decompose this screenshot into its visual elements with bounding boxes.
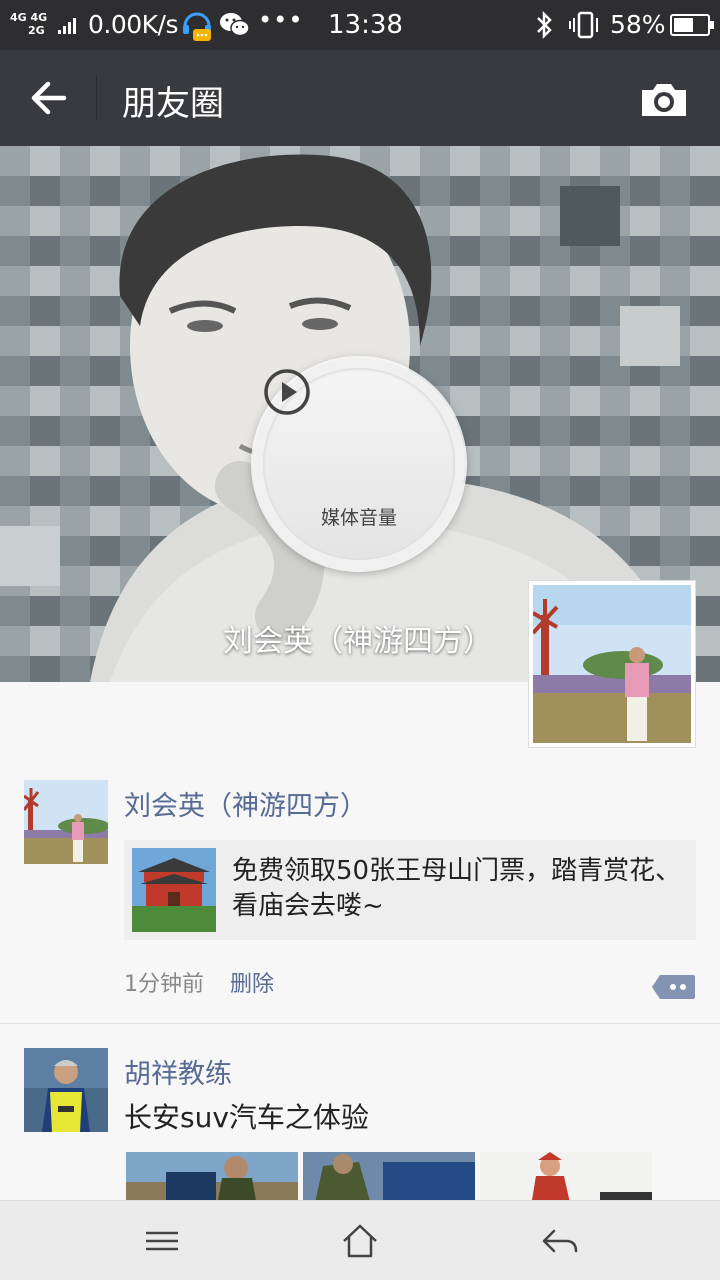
feed-divider xyxy=(0,1023,720,1024)
wechat-icon xyxy=(220,13,250,37)
play-icon xyxy=(264,369,310,415)
title-bar: 朋友圈 xyxy=(0,50,720,146)
arrow-left-icon[interactable] xyxy=(20,74,80,122)
bluetooth-icon xyxy=(537,10,552,40)
back-icon[interactable] xyxy=(540,1221,580,1261)
temple-image xyxy=(132,848,216,932)
home-icon[interactable] xyxy=(340,1221,380,1261)
clock: 13:38 xyxy=(328,10,403,40)
avatar-image xyxy=(531,585,691,743)
camera-icon[interactable] xyxy=(638,80,690,120)
post-avatar[interactable] xyxy=(24,780,108,864)
battery-icon xyxy=(670,14,714,36)
avatar-image xyxy=(24,780,108,864)
cover-user-name-text: 刘会英（神游四方） xyxy=(223,624,493,659)
status-bar: 4G 4G 2G 0.00K/s ••• 13:38 58% xyxy=(0,0,720,50)
avatar-image xyxy=(24,1048,108,1132)
system-nav-bar xyxy=(0,1200,720,1280)
delete-button[interactable]: 删除 xyxy=(230,966,274,998)
my-avatar[interactable] xyxy=(528,580,696,748)
media-volume-inner xyxy=(263,368,455,560)
shared-link-thumbnail xyxy=(132,848,216,932)
signal-icon xyxy=(58,16,76,34)
comment-icon[interactable] xyxy=(652,972,696,1002)
post-time: 1分钟前 xyxy=(124,972,204,997)
media-volume-label: 媒体音量 xyxy=(320,507,397,529)
more-notifications-icon: ••• xyxy=(258,6,304,34)
headset-notification-icon xyxy=(183,12,211,41)
shared-link-card[interactable]: 免费领取50张王母山门票，踏青赏花、看庙会去喽~ xyxy=(124,840,696,940)
shared-link-title: 免费领取50张王母山门票，踏青赏花、看庙会去喽~ xyxy=(232,856,682,921)
vibrate-icon xyxy=(569,11,598,39)
title-divider xyxy=(96,76,97,120)
post-text: 长安suv汽车之体验 xyxy=(124,1101,369,1134)
post-author-name[interactable]: 胡祥教练 xyxy=(124,1052,232,1091)
media-volume-button[interactable]: 媒体音量 xyxy=(253,358,465,570)
post-author-name[interactable]: 刘会英（神游四方） xyxy=(124,784,367,823)
menu-icon[interactable] xyxy=(142,1221,182,1261)
page-title: 朋友圈 xyxy=(122,84,224,124)
battery-percent: 58% xyxy=(610,10,666,39)
post-avatar[interactable] xyxy=(24,1048,108,1132)
network-speed: 0.00K/s xyxy=(88,10,179,39)
